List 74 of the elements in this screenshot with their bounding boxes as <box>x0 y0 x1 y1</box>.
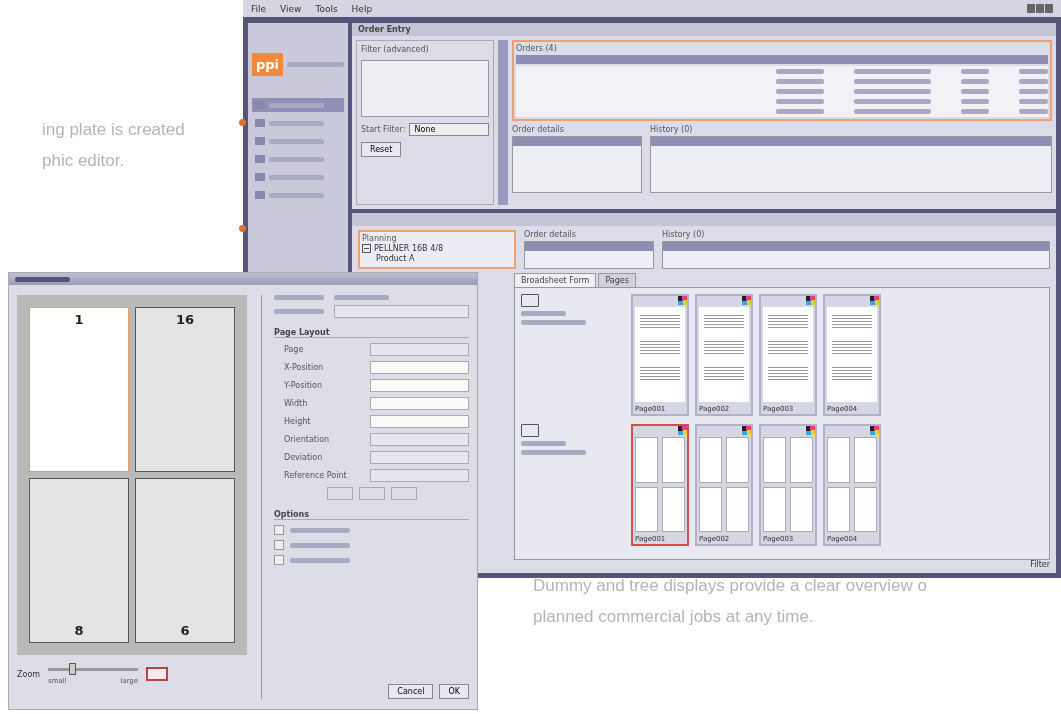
section-label: Filter (advanced) <box>361 45 430 54</box>
input-field[interactable] <box>370 469 469 482</box>
input-field[interactable] <box>370 451 469 464</box>
collapse-toggle-icon[interactable] <box>362 244 371 253</box>
tab[interactable]: Broadsheet Form <box>514 273 597 287</box>
caption-text: Dummy and tree displays provide a clear overview o planned commercial jobs at any time. <box>533 575 927 628</box>
checkbox[interactable] <box>274 540 284 550</box>
filter-label: Filter <box>1030 560 1050 569</box>
input-field[interactable] <box>370 415 469 428</box>
color-icon <box>806 296 815 305</box>
color-icon <box>742 296 751 305</box>
sidebar-item[interactable] <box>252 98 344 112</box>
tree-title: Planning <box>362 234 398 243</box>
menu-item[interactable]: Help <box>351 3 373 14</box>
window-controls-icon[interactable] <box>1027 4 1053 13</box>
folder-icon <box>521 294 539 307</box>
sheet-page[interactable]: 6 <box>135 478 235 643</box>
table-title: Order details <box>524 230 577 239</box>
tool-icon-button[interactable] <box>326 487 353 500</box>
illegible-text <box>287 62 344 67</box>
field-label: X-Position <box>284 363 325 372</box>
slider-thumb[interactable] <box>68 663 76 675</box>
color-icon <box>870 296 879 305</box>
reset-button[interactable]: Reset <box>361 142 402 157</box>
color-icon <box>870 426 879 435</box>
field-label: Y-Position <box>284 381 323 390</box>
color-icon <box>806 426 815 435</box>
menu-item[interactable]: File <box>251 3 267 14</box>
tab[interactable]: Pages <box>598 273 636 287</box>
menu-item[interactable]: View <box>280 3 302 14</box>
zoom-label: Zoom <box>17 669 41 679</box>
input-field[interactable] <box>370 343 469 356</box>
checkbox[interactable] <box>274 525 284 535</box>
field-label: Page <box>284 345 305 354</box>
section-heading: Options <box>274 510 469 520</box>
input-field[interactable] <box>370 433 469 446</box>
ok-button[interactable]: OK <box>439 684 469 699</box>
field-label: Orientation <box>284 435 331 444</box>
unit-dropdown[interactable] <box>334 305 469 318</box>
tool-icon-button[interactable] <box>358 487 385 500</box>
input-field[interactable] <box>370 361 469 374</box>
sheet-page[interactable]: 16 <box>135 307 235 472</box>
menu-item[interactable]: Tools <box>315 3 338 14</box>
marker-dot <box>239 225 246 232</box>
checkbox[interactable] <box>274 555 284 565</box>
sheet-page[interactable]: 8 <box>29 478 129 643</box>
section-heading: Page Layout <box>274 328 469 338</box>
input-field[interactable] <box>370 397 469 410</box>
cancel-button[interactable]: Cancel <box>388 684 434 699</box>
input-field[interactable] <box>370 379 469 392</box>
illegible-text <box>15 276 70 282</box>
tool-icon-button[interactable] <box>390 487 417 500</box>
table-title: History (0) <box>662 230 706 239</box>
field-label: Deviation <box>284 453 324 462</box>
tree-node[interactable]: Product A <box>362 254 512 263</box>
field-label: Start Filter: <box>361 125 406 134</box>
sheet-page[interactable]: 1 <box>29 307 129 472</box>
field-label: Width <box>284 399 309 408</box>
start-filter-dropdown[interactable]: None <box>409 123 489 136</box>
color-icon <box>742 426 751 435</box>
color-icon <box>678 426 687 435</box>
caption-text: ing plate is created phic editor. <box>42 119 185 172</box>
tree-node[interactable]: PELLNER 16B 4/8 <box>374 244 444 253</box>
table-title: Order details <box>512 125 565 134</box>
field-label: Height <box>284 417 312 426</box>
logo: ppi <box>252 53 284 76</box>
folder-icon <box>521 424 539 437</box>
color-icon <box>678 296 687 305</box>
marker-dot <box>239 119 246 126</box>
table-title: History (0) <box>650 125 694 134</box>
filter-list[interactable] <box>361 60 489 117</box>
table-title: Orders (4) <box>516 44 558 53</box>
panel-title: Order Entry <box>358 25 411 34</box>
field-label: Reference Point <box>284 471 348 480</box>
